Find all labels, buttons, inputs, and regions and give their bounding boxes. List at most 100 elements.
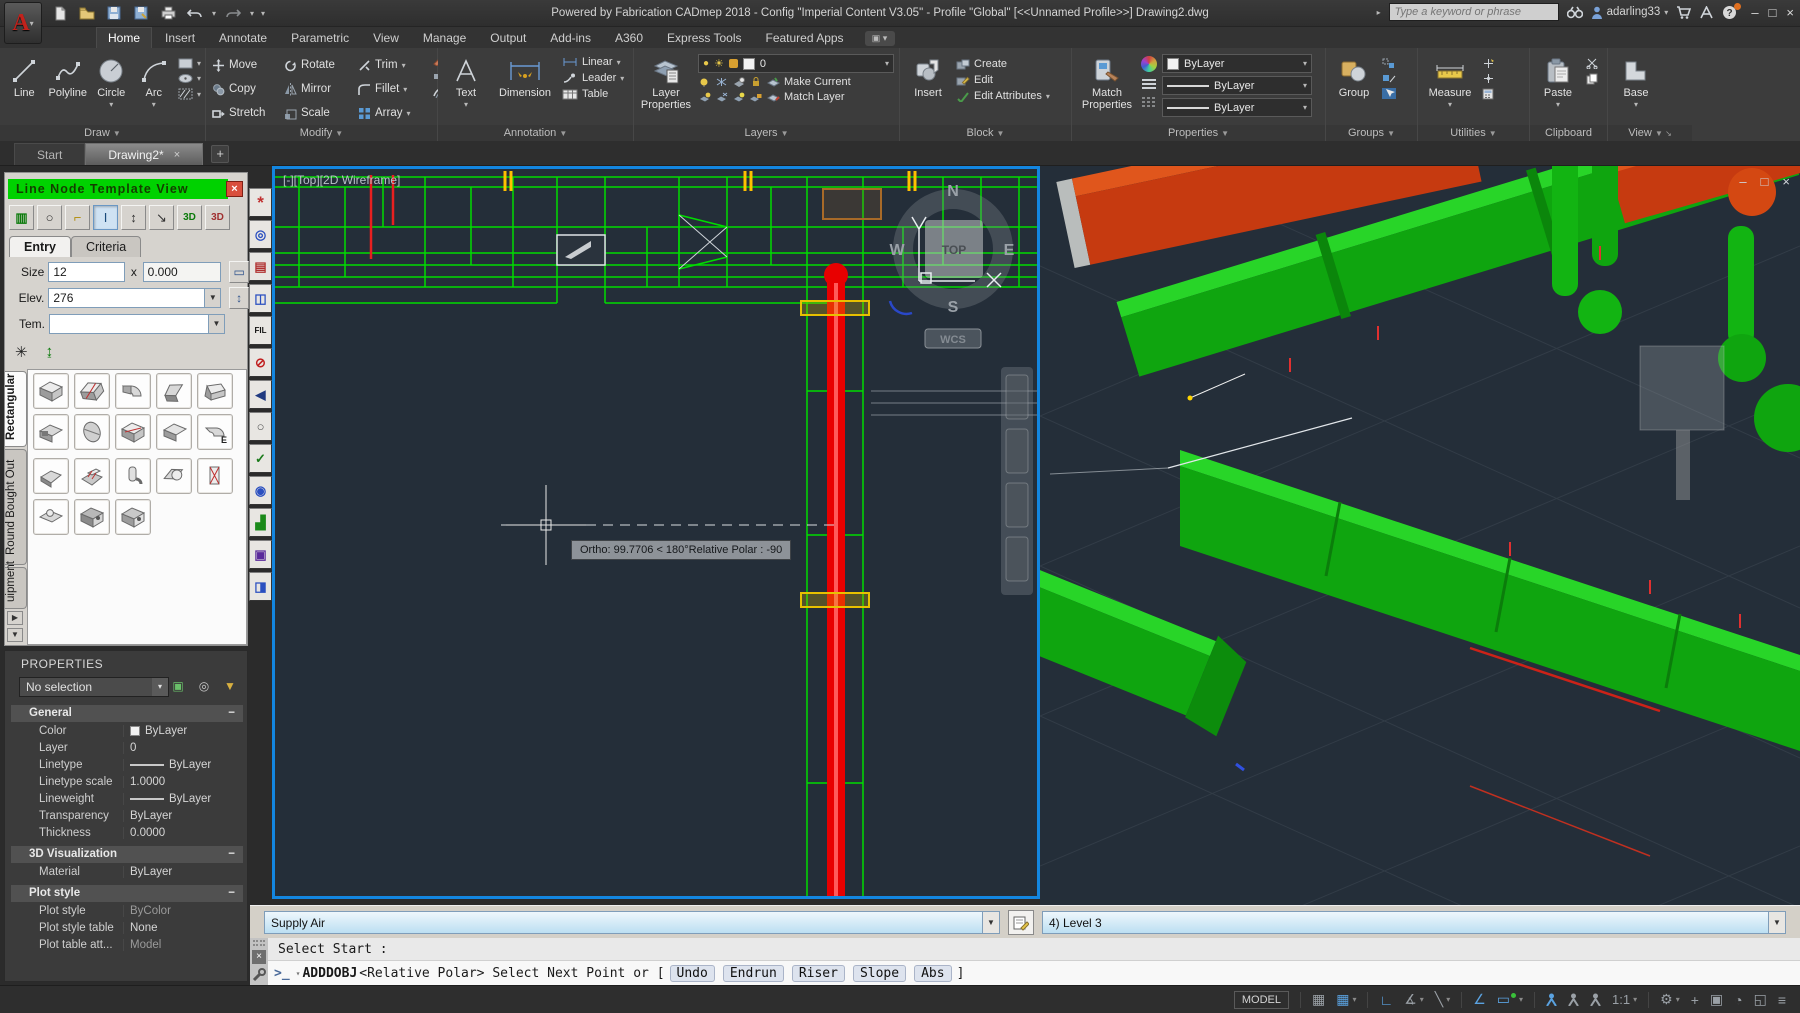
stretch-button[interactable]: Stretch <box>212 101 284 125</box>
viewport-3d[interactable]: – □ × <box>1040 166 1800 905</box>
layer-lock-icon[interactable] <box>749 77 762 87</box>
help-button[interactable]: ? <box>1722 5 1737 20</box>
window-tool-icon[interactable]: ◨ <box>249 572 272 601</box>
option-slope[interactable]: Slope <box>853 965 906 982</box>
level-combo[interactable]: 4) Level 3▼ <box>1042 911 1786 934</box>
tab-a360[interactable]: A360 <box>604 28 654 48</box>
round-mode-icon[interactable]: ○ <box>37 205 62 230</box>
option-endrun[interactable]: Endrun <box>723 965 784 982</box>
grid-toggle[interactable]: ▦ <box>1312 991 1325 1008</box>
match-layer-label[interactable]: Match Layer <box>784 91 845 103</box>
scroll-down-icon[interactable]: ▼ <box>7 628 23 642</box>
plot-icon[interactable] <box>158 3 178 23</box>
layer-freeze-icon[interactable] <box>715 77 728 87</box>
properties-title[interactable]: PROPERTIES <box>5 651 247 675</box>
cart-icon[interactable] <box>1676 6 1691 19</box>
ellipse-tool-button[interactable]: ▾ <box>178 73 201 84</box>
takeoff-icon[interactable]: ▥ <box>9 205 34 230</box>
trim-button[interactable]: Trim ▾ <box>358 53 428 77</box>
navigation-bar[interactable] <box>1001 367 1033 595</box>
block-edit-button[interactable]: Edit <box>956 74 1050 86</box>
fitting-shoe-button[interactable] <box>33 458 69 494</box>
quick-select-icon[interactable]: ▼ <box>221 677 239 695</box>
report-icon[interactable]: ▟ <box>249 508 272 537</box>
fitting-elbow-button[interactable] <box>115 373 151 409</box>
prop-row-linetype[interactable]: LinetypeByLayer <box>11 756 243 773</box>
new-drawing-tab-button[interactable]: + <box>211 145 229 163</box>
fitting-transition-button[interactable] <box>74 373 110 409</box>
dimension-button[interactable]: Dimension <box>494 52 556 125</box>
annotation-monitor[interactable]: ▣ <box>1710 991 1723 1008</box>
customization-button[interactable]: + <box>1691 992 1699 1008</box>
tab-featured-apps[interactable]: Featured Apps <box>755 28 855 48</box>
linear-button[interactable]: Linear ▾ <box>562 56 624 68</box>
node-mode-icon[interactable]: I <box>93 205 118 230</box>
clean-screen-button[interactable]: ◱ <box>1754 991 1767 1008</box>
tab-home[interactable]: Home <box>96 27 152 48</box>
tab-close-icon[interactable]: × <box>174 149 180 161</box>
disc-icon[interactable]: ◉ <box>249 476 272 505</box>
units-button[interactable]: ◔ <box>1734 992 1742 1008</box>
snap-star-icon[interactable]: ✳ <box>15 343 28 361</box>
fitting-riser-button[interactable] <box>115 458 151 494</box>
id-point-button[interactable] <box>1482 58 1495 69</box>
drawing-minimize-icon[interactable]: – <box>1739 174 1746 189</box>
panel-label-draw[interactable]: Draw ▼ <box>0 125 205 141</box>
workspace-switching[interactable]: ⚙▾ <box>1660 991 1680 1008</box>
panel-label-clipboard[interactable]: Clipboard <box>1530 125 1607 141</box>
size-input[interactable]: 12 <box>48 262 125 282</box>
tab-express-tools[interactable]: Express Tools <box>656 28 752 48</box>
fitting-straight-button[interactable] <box>33 373 69 409</box>
mirror-button[interactable]: Mirror <box>284 77 358 101</box>
command-history[interactable]: Select Start : <box>268 938 1800 961</box>
table-button[interactable]: Table <box>562 88 624 100</box>
prop-row-transparency[interactable]: TransparencyByLayer <box>11 807 243 824</box>
tab-parametric[interactable]: Parametric <box>280 28 360 48</box>
array-button[interactable]: Array ▾ <box>358 101 428 125</box>
catalog-book-icon[interactable]: ◫ <box>249 284 272 313</box>
layer-unlock2-icon[interactable] <box>749 92 762 102</box>
fitting-damper-button[interactable] <box>115 414 151 450</box>
layer-iso-icon[interactable] <box>732 77 745 87</box>
model-space-button[interactable]: MODEL <box>1234 991 1289 1009</box>
undo-icon[interactable] <box>185 3 205 23</box>
binoculars-icon[interactable] <box>1567 6 1583 19</box>
tab-output[interactable]: Output <box>479 28 537 48</box>
close-button[interactable]: × <box>1786 5 1794 20</box>
fitting-vav-button[interactable] <box>33 499 69 535</box>
block-create-button[interactable]: Create <box>956 58 1050 70</box>
a360-icon[interactable] <box>1699 6 1714 19</box>
corner-mode-icon[interactable]: ⌐ <box>65 205 90 230</box>
tab-addins[interactable]: Add-ins <box>539 28 602 48</box>
cut-button[interactable] <box>1586 58 1599 69</box>
qat-dropdown-icon[interactable]: ▾ <box>261 9 265 18</box>
annotation-scale-icon[interactable] <box>1590 993 1601 1006</box>
circle-tool-icon[interactable]: ○ <box>249 412 272 441</box>
auto-elev-icon[interactable]: ↨ <box>46 343 54 361</box>
fitting-offset-button[interactable] <box>156 373 192 409</box>
move-button[interactable]: Move <box>212 53 284 77</box>
cad-star-icon[interactable]: * <box>249 188 272 217</box>
object-snap-tracking-toggle[interactable]: ∠ <box>1473 991 1486 1008</box>
redo-icon[interactable] <box>223 3 243 23</box>
viewport-controls-label[interactable]: [-][Top][2D Wireframe] <box>283 173 400 187</box>
point-button[interactable] <box>1482 73 1495 84</box>
selection-combo[interactable]: No selection▾ <box>19 677 169 697</box>
layer-sun-icon[interactable] <box>732 92 745 102</box>
file-tab-drawing2[interactable]: Drawing2*× <box>85 143 203 165</box>
fitting-duct2-button[interactable] <box>156 414 192 450</box>
toggle-pickadd-icon[interactable]: ▣ <box>169 677 187 695</box>
polar-tracking-toggle[interactable]: ∡▾ <box>1404 991 1424 1008</box>
redo-dropdown-icon[interactable]: ▾ <box>250 9 254 18</box>
insert-button[interactable]: Insert <box>906 52 950 125</box>
object-snap-toggle[interactable]: ▭▾ <box>1497 991 1523 1008</box>
lineweight-combo[interactable]: ByLayer▾ <box>1162 76 1312 95</box>
prop-row-ltscale[interactable]: Linetype scale1.0000 <box>11 773 243 790</box>
validate-icon[interactable]: ✓ <box>249 444 272 473</box>
palette-close-button[interactable]: × <box>226 181 243 197</box>
tab-entry[interactable]: Entry <box>9 236 71 257</box>
recent-commands-icon[interactable]: ▾ <box>296 969 301 978</box>
layer-off-icon[interactable] <box>698 77 711 87</box>
lineweight-icon[interactable] <box>1141 78 1157 90</box>
save-as-icon[interactable] <box>131 3 151 23</box>
